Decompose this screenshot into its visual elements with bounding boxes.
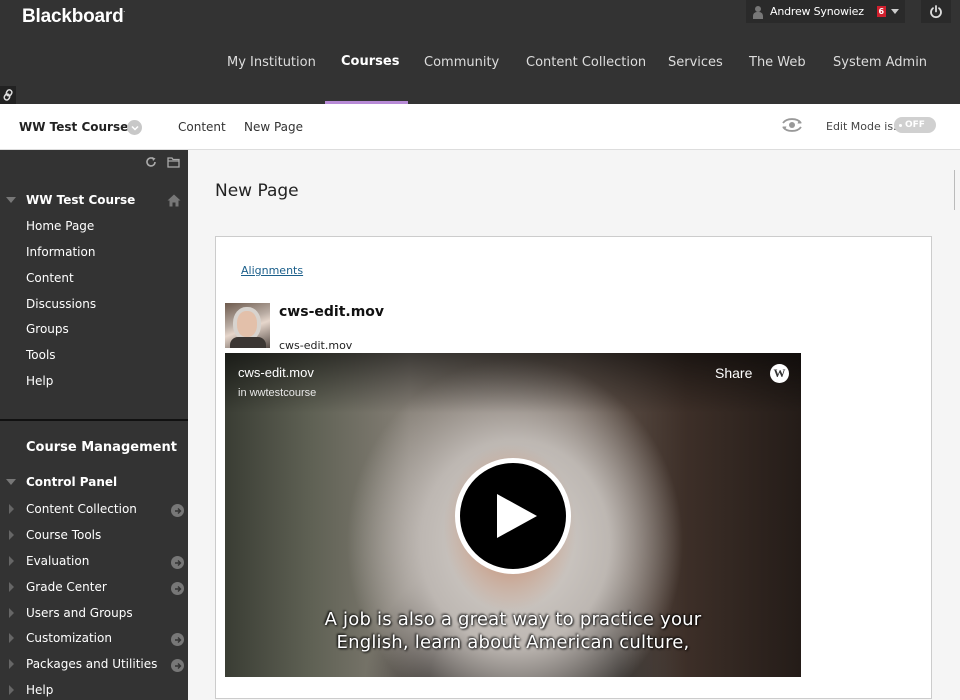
collapse-course-icon[interactable]: [6, 197, 16, 203]
link-icon: [3, 89, 13, 101]
cp-item-content-collection[interactable]: Content Collection: [26, 502, 137, 516]
arrow-right-circle-icon[interactable]: [171, 633, 184, 646]
cp-item-course-tools[interactable]: Course Tools: [26, 528, 101, 542]
video-header-shade: [225, 353, 801, 413]
sidebar-item-tools[interactable]: Tools: [26, 348, 56, 362]
arrow-right-circle-icon[interactable]: [171, 504, 184, 517]
video-player[interactable]: cws-edit.mov in wwtestcourse Share W A j…: [225, 353, 801, 677]
breadcrumb-new-page: New Page: [244, 120, 304, 134]
page-edge: [954, 170, 960, 210]
home-icon[interactable]: [167, 192, 181, 211]
edit-mode-value: OFF: [905, 120, 925, 130]
expand-icon[interactable]: [9, 530, 14, 540]
tab-the-web[interactable]: The Web: [749, 55, 806, 70]
arrow-right-circle-icon[interactable]: [171, 659, 184, 672]
breadcrumb-content[interactable]: Content: [178, 120, 226, 134]
cp-item-customization[interactable]: Customization: [26, 631, 112, 645]
expand-icon[interactable]: [9, 556, 14, 566]
play-button[interactable]: [455, 458, 571, 574]
video-platform-logo-icon[interactable]: W: [770, 364, 789, 383]
content-item-subtitle: cws-edit.mov: [279, 339, 353, 352]
sidebar-tools: [145, 156, 180, 168]
toggle-knob: [899, 123, 902, 127]
expand-icon[interactable]: [9, 633, 14, 643]
power-icon: [930, 4, 942, 18]
video-source: in wwtestcourse: [238, 387, 317, 399]
share-button[interactable]: Share: [715, 365, 752, 381]
chevron-down-icon: [130, 125, 139, 131]
student-preview-button[interactable]: [780, 116, 804, 138]
breadcrumb: WW Test Course Content New Page Edit Mod…: [0, 104, 960, 150]
tab-community[interactable]: Community: [424, 55, 499, 70]
video-thumbnail[interactable]: [225, 303, 270, 348]
expand-icon[interactable]: [9, 608, 14, 618]
sidebar-item-help[interactable]: Help: [26, 374, 53, 388]
cp-item-evaluation[interactable]: Evaluation: [26, 554, 89, 568]
play-icon: [497, 494, 537, 538]
folder-view-icon[interactable]: [167, 156, 180, 168]
sidebar-item-discussions[interactable]: Discussions: [26, 297, 96, 311]
edit-mode-label: Edit Mode is:: [826, 120, 897, 133]
page-title: New Page: [215, 181, 299, 201]
quick-links-button[interactable]: [0, 86, 16, 104]
alignments-link[interactable]: Alignments: [241, 264, 303, 277]
student-preview-icon: [782, 118, 802, 132]
cp-item-help[interactable]: Help: [26, 683, 53, 697]
chevron-down-icon[interactable]: [890, 9, 899, 14]
logo-text: Blackboard: [22, 6, 124, 27]
tab-my-institution[interactable]: My Institution: [227, 55, 316, 70]
cp-item-users-and-groups[interactable]: Users and Groups: [26, 606, 133, 620]
user-avatar-icon: [752, 5, 764, 19]
user-menu[interactable]: Andrew Synowiez 6: [746, 0, 905, 23]
course-management-title: Course Management: [26, 440, 177, 455]
sidebar-divider: [0, 419, 188, 421]
tab-system-admin[interactable]: System Admin: [833, 55, 927, 70]
logout-button[interactable]: [921, 0, 951, 23]
top-header: Blackboard. Andrew Synowiez 6 My Institu…: [0, 0, 960, 104]
thumbnail-face: [237, 311, 257, 337]
course-menu-sidebar: WW Test Course Home Page Information Con…: [0, 150, 188, 700]
sidebar-item-content[interactable]: Content: [26, 271, 74, 285]
collapse-control-panel-icon[interactable]: [6, 479, 16, 485]
user-name: Andrew Synowiez: [770, 5, 864, 18]
breadcrumb-course[interactable]: WW Test Course: [19, 120, 128, 134]
expand-icon[interactable]: [9, 685, 14, 695]
tab-services[interactable]: Services: [668, 55, 723, 70]
cp-item-grade-center[interactable]: Grade Center: [26, 580, 107, 594]
expand-icon[interactable]: [9, 659, 14, 669]
tab-content-collection[interactable]: Content Collection: [526, 55, 646, 70]
edit-mode-toggle[interactable]: OFF: [894, 117, 936, 133]
notification-badge[interactable]: 6: [876, 6, 886, 17]
video-title: cws-edit.mov: [238, 365, 314, 380]
course-menu-button[interactable]: [127, 120, 142, 135]
caption-line: A job is also a great way to practice yo…: [324, 609, 702, 630]
course-menu-title[interactable]: WW Test Course: [26, 193, 135, 207]
tab-courses[interactable]: Courses: [341, 54, 399, 69]
sidebar-item-home-page[interactable]: Home Page: [26, 219, 94, 233]
arrow-right-circle-icon[interactable]: [171, 556, 184, 569]
arrow-right-circle-icon[interactable]: [171, 582, 184, 595]
expand-icon[interactable]: [9, 504, 14, 514]
control-panel-title[interactable]: Control Panel: [26, 475, 117, 489]
content-item-title[interactable]: cws-edit.mov: [279, 304, 384, 320]
caption-line: English, learn about American culture,: [336, 632, 690, 653]
blackboard-logo[interactable]: Blackboard.: [22, 6, 125, 28]
thumbnail-body: [230, 337, 266, 348]
expand-icon[interactable]: [9, 582, 14, 592]
sidebar-item-groups[interactable]: Groups: [26, 322, 69, 336]
refresh-icon[interactable]: [145, 156, 157, 168]
sidebar-item-information[interactable]: Information: [26, 245, 95, 259]
cp-item-packages-and-utilities[interactable]: Packages and Utilities: [26, 657, 157, 671]
